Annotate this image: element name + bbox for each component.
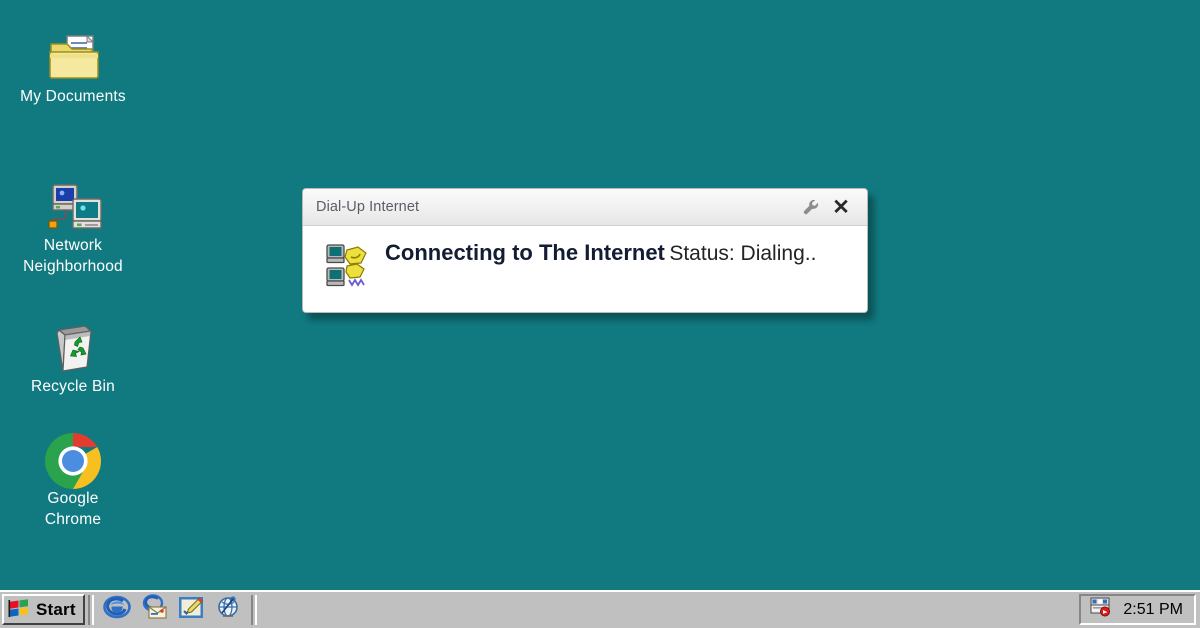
chrome-icon xyxy=(2,430,144,489)
desktop-icon-label: My Documents xyxy=(20,88,126,105)
folder-documents-icon xyxy=(2,28,144,86)
recycle-bin-icon xyxy=(2,318,144,376)
dialup-internet-dialog[interactable]: Dial-Up Internet ✕ Connecting to The Int… xyxy=(302,188,868,313)
taskbar[interactable]: Start 2:51 PM xyxy=(0,590,1200,628)
systray-clock[interactable]: 2:51 PM xyxy=(1123,601,1183,619)
dialog-titlebar[interactable]: Dial-Up Internet ✕ xyxy=(303,189,867,226)
taskbar-divider xyxy=(87,594,94,625)
quick-launch-bar[interactable] xyxy=(97,594,248,625)
wrench-icon[interactable] xyxy=(796,193,826,221)
dialog-heading: Connecting to The Internet xyxy=(385,240,665,265)
dialog-status-text: Status: Dialing.. xyxy=(669,242,817,265)
task-button-area[interactable] xyxy=(260,595,1080,625)
globe-icon[interactable] xyxy=(214,594,242,625)
network-computers-icon xyxy=(2,177,144,235)
desktop[interactable]: My Documents Network Neighborhood Recycl… xyxy=(0,0,1200,590)
dialup-tray-icon[interactable] xyxy=(1090,597,1112,622)
close-icon[interactable]: ✕ xyxy=(826,193,856,221)
desktop-icon-recycle-bin[interactable]: Recycle Bin xyxy=(2,318,144,397)
start-button-label: Start xyxy=(36,599,76,619)
outlook-express-icon[interactable] xyxy=(140,594,168,625)
dialog-body: Connecting to The Internet Status: Diali… xyxy=(303,226,867,312)
dialog-message: Connecting to The Internet Status: Diali… xyxy=(371,239,816,268)
system-tray[interactable]: 2:51 PM xyxy=(1079,594,1196,625)
desktop-icon-label: Network Neighborhood xyxy=(23,237,123,275)
notepad-pencil-icon[interactable] xyxy=(177,594,205,625)
desktop-icon-label: Recycle Bin xyxy=(30,378,116,395)
desktop-icon-label: Google Chrome xyxy=(44,490,102,528)
desktop-icon-my-documents[interactable]: My Documents xyxy=(2,28,144,107)
start-button[interactable]: Start xyxy=(2,594,85,625)
windows-flag-icon xyxy=(8,597,31,623)
desktop-icon-network-neighborhood[interactable]: Network Neighborhood xyxy=(2,177,144,277)
desktop-icon-google-chrome[interactable]: Google Chrome xyxy=(2,430,144,530)
dialup-connection-icon xyxy=(325,239,371,295)
dialog-title: Dial-Up Internet xyxy=(316,199,420,215)
internet-explorer-icon[interactable] xyxy=(102,594,131,625)
taskbar-divider xyxy=(250,594,257,625)
